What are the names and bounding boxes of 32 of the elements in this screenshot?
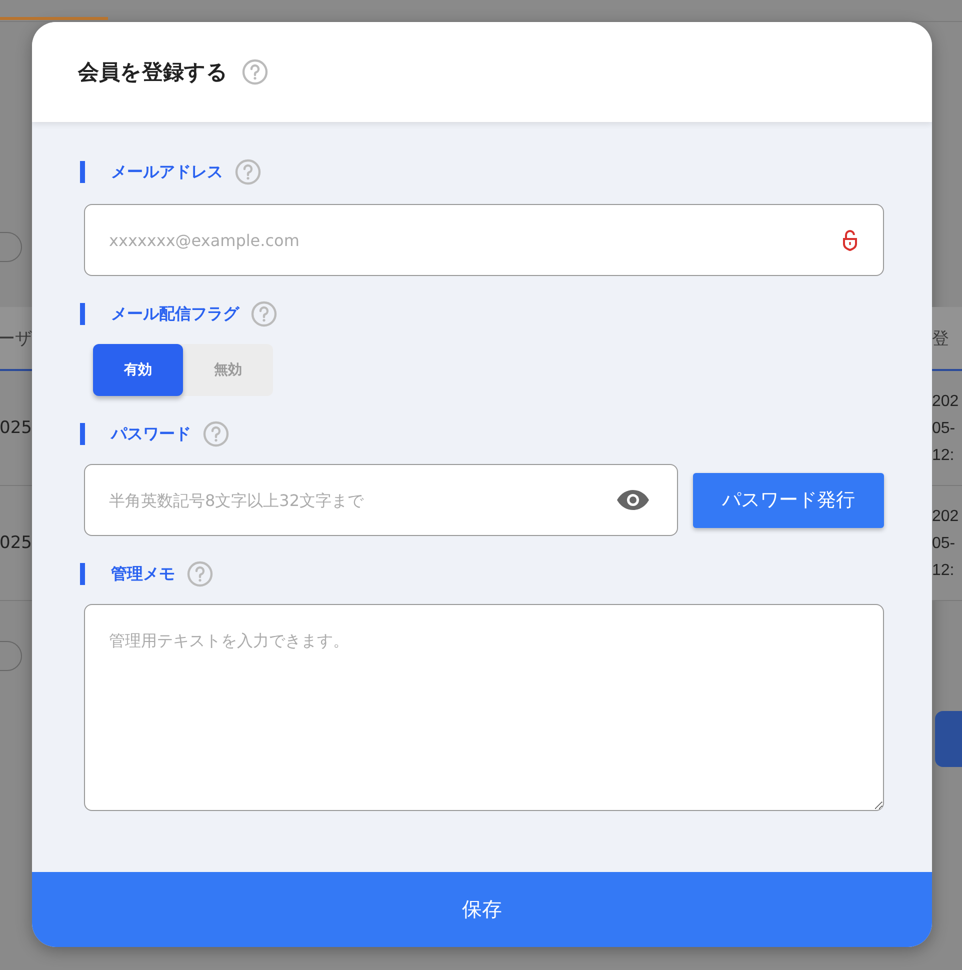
save-button[interactable]: 保存 — [32, 872, 932, 947]
help-icon[interactable] — [242, 59, 268, 85]
help-icon[interactable] — [235, 159, 261, 185]
password-field[interactable]: 半角英数記号8文字以上32文字まで — [84, 464, 678, 536]
help-icon[interactable] — [251, 301, 277, 327]
table-cell-text: 12: — [932, 560, 956, 580]
toggle-option[interactable]: 無効 — [183, 344, 273, 396]
help-icon[interactable] — [203, 421, 229, 447]
eye-icon[interactable] — [616, 489, 650, 511]
lock-icon — [842, 229, 858, 251]
dialog-title: 会員を登録する — [78, 59, 228, 86]
table-cell-text: 202 — [932, 506, 960, 526]
table-cell-text: 05- — [932, 418, 956, 438]
table-cell-text: 12: — [932, 446, 956, 466]
label-marker — [80, 563, 85, 585]
table-cell-text: 05- — [932, 534, 956, 554]
help-icon[interactable] — [187, 561, 213, 587]
memo-field[interactable]: 管理用テキストを入力できます。 — [84, 604, 884, 811]
table-cell: 025 — [0, 418, 32, 438]
label-marker — [80, 161, 85, 183]
field-label: 管理メモ — [111, 564, 175, 584]
table-cell: 025 — [0, 533, 32, 553]
email-field[interactable]: xxxxxxx@example.com — [84, 204, 884, 276]
table-cell-text: 202 — [932, 392, 960, 412]
column-header: 登 — [932, 328, 949, 350]
field-label: パスワード — [111, 424, 191, 444]
toggle-option[interactable]: 有効 — [93, 344, 183, 396]
label-marker — [80, 423, 85, 445]
issue-password-button[interactable]: パスワード発行 — [692, 472, 884, 528]
field-label: メール配信フラグ — [111, 304, 239, 324]
label-marker — [80, 303, 85, 325]
field-label: メールアドレス — [111, 162, 223, 182]
